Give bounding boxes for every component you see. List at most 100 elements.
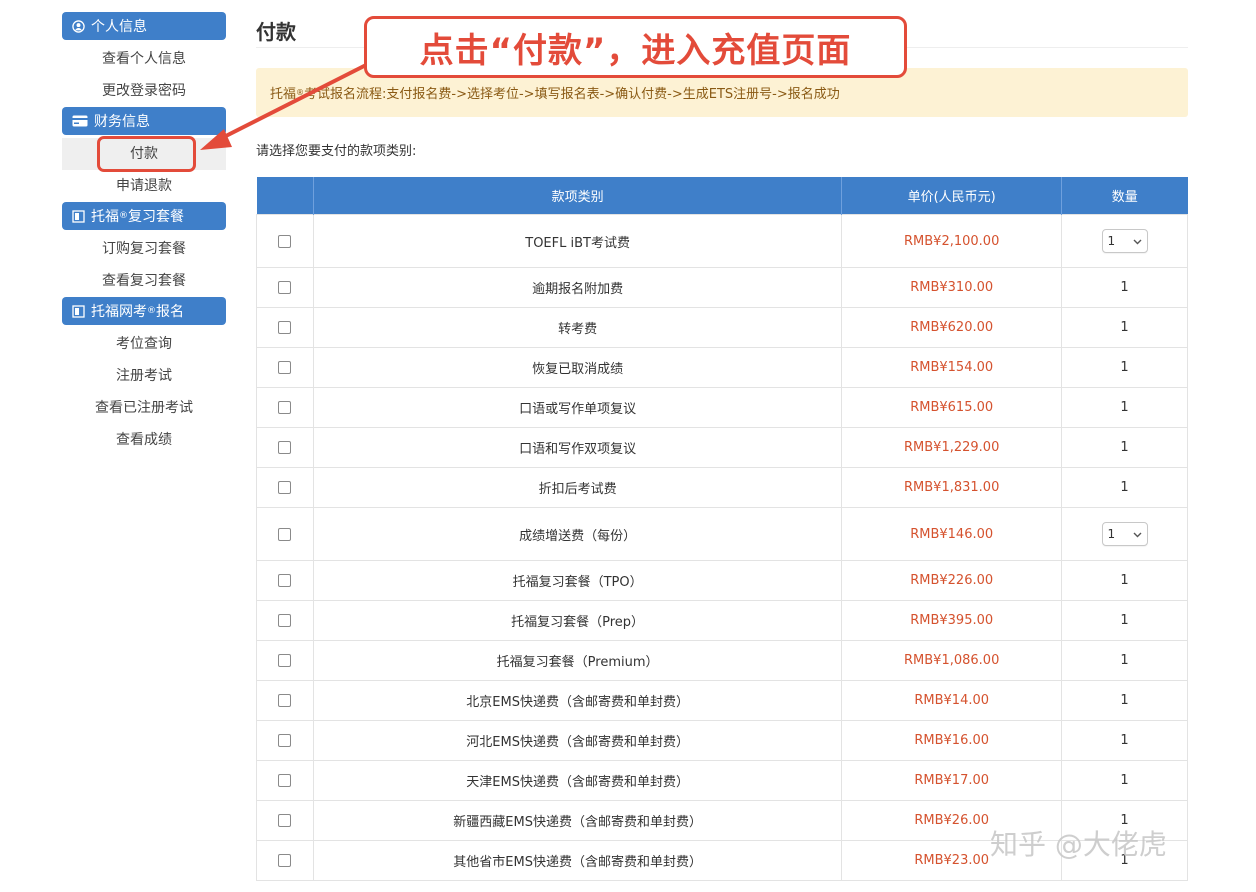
sidebar-section-title: 财务信息 [94, 114, 150, 130]
sidebar-item-view-scores[interactable]: 查看成绩 [62, 424, 226, 456]
row-select-cell [256, 307, 314, 348]
fee-item-price: RMB¥620.00 [841, 307, 1063, 348]
table-row: 转考费 RMB¥620.00 1 [256, 307, 1188, 348]
row-checkbox[interactable] [278, 281, 292, 294]
column-header-price: 单价(人民币元) [841, 177, 1063, 215]
quantity-value: 1 [1120, 440, 1129, 455]
sidebar-item-order-package[interactable]: 订购复习套餐 [62, 233, 226, 265]
sidebar-item-view-package[interactable]: 查看复习套餐 [62, 265, 226, 297]
row-checkbox[interactable] [278, 814, 292, 827]
row-select-cell [256, 840, 314, 881]
row-checkbox[interactable] [278, 481, 292, 494]
row-checkbox[interactable] [278, 574, 292, 587]
row-select-cell [256, 680, 314, 721]
table-row: 托福复习套餐（Prep） RMB¥395.00 1 [256, 600, 1188, 641]
fee-item-price: RMB¥14.00 [841, 680, 1063, 721]
quantity-value: 1 [1120, 480, 1129, 495]
table-row: 北京EMS快递费（含邮寄费和单封费） RMB¥14.00 1 [256, 680, 1188, 721]
row-select-cell [256, 600, 314, 641]
fee-item-quantity-cell: 1 [1061, 307, 1188, 348]
row-checkbox[interactable] [278, 694, 292, 707]
sidebar-item-seat-search[interactable]: 考位查询 [62, 328, 226, 360]
user-circle-icon [72, 19, 85, 33]
fee-item-quantity-cell: 1 [1061, 640, 1188, 681]
sidebar-section-title-suffix: 报名 [156, 304, 184, 320]
row-checkbox[interactable] [278, 654, 292, 667]
fee-item-name: 成绩增送费（每份） [312, 507, 843, 561]
fee-item-name: 口语和写作双项复议 [312, 427, 843, 468]
quantity-value: 1 [1120, 733, 1129, 748]
quantity-value: 1 [1120, 360, 1129, 375]
fee-item-name: 北京EMS快递费（含邮寄费和单封费） [312, 680, 843, 721]
registered-mark: ® [119, 211, 128, 221]
fee-item-name: 托福复习套餐（TPO） [312, 560, 843, 601]
row-select-cell [256, 267, 314, 308]
fee-item-price: RMB¥1,086.00 [841, 640, 1063, 681]
table-row: 口语或写作单项复议 RMB¥615.00 1 [256, 387, 1188, 428]
fee-item-price: RMB¥310.00 [841, 267, 1063, 308]
row-checkbox[interactable] [278, 774, 292, 787]
highlight-box-payment [97, 136, 196, 172]
table-row: 逾期报名附加费 RMB¥310.00 1 [256, 267, 1188, 308]
fee-item-price: RMB¥16.00 [841, 720, 1063, 761]
row-select-cell [256, 387, 314, 428]
row-select-cell [256, 214, 314, 268]
quantity-select[interactable]: 1 [1101, 522, 1148, 546]
registered-mark: ® [296, 88, 305, 97]
fee-item-price: RMB¥1,229.00 [841, 427, 1063, 468]
sidebar-item-register-test[interactable]: 注册考试 [62, 360, 226, 392]
row-checkbox[interactable] [278, 441, 292, 454]
fee-item-quantity-cell: 1 [1061, 347, 1188, 388]
sidebar-item-change-password[interactable]: 更改登录密码 [62, 75, 226, 107]
quantity-value: 1 [1107, 234, 1116, 248]
quantity-select[interactable]: 1 [1101, 229, 1148, 253]
flow-prefix: 托福 [270, 87, 297, 102]
sidebar-section-prep-package: 托福 ® 复习套餐 [62, 202, 226, 230]
row-checkbox[interactable] [278, 614, 292, 627]
sidebar-section-title: 托福 [91, 209, 119, 225]
column-header-quantity: 数量 [1061, 177, 1188, 215]
row-checkbox[interactable] [278, 234, 292, 248]
sidebar-section-title: 个人信息 [91, 19, 147, 35]
sidebar-item-view-registered[interactable]: 查看已注册考试 [62, 392, 226, 424]
row-select-cell [256, 800, 314, 841]
fee-item-name: 转考费 [312, 307, 843, 348]
table-header-row: 款项类别 单价(人民币元) 数量 [256, 177, 1188, 215]
row-checkbox[interactable] [278, 527, 292, 541]
row-select-cell [256, 507, 314, 561]
fee-table-body: TOEFL iBT考试费 RMB¥2,100.00 1 逾期报名附加费 RMB¥310.… [256, 214, 1188, 881]
selection-prompt: 请选择您要支付的款项类别: [256, 144, 417, 159]
fee-item-quantity-cell: 1 [1061, 214, 1188, 268]
fee-item-price: RMB¥17.00 [841, 760, 1063, 801]
table-row: 成绩增送费（每份） RMB¥146.00 1 [256, 507, 1188, 561]
watermark: 知乎 @大佬虎 [990, 828, 1167, 861]
table-row: 托福复习套餐（Premium） RMB¥1,086.00 1 [256, 640, 1188, 681]
row-checkbox[interactable] [278, 361, 292, 374]
row-checkbox[interactable] [278, 734, 292, 747]
fee-item-price: RMB¥154.00 [841, 347, 1063, 388]
row-select-cell [256, 760, 314, 801]
fee-table: 款项类别 单价(人民币元) 数量 TOEFL iBT考试费 RMB¥2,100.0… [256, 177, 1188, 881]
sidebar-section-title: 托福网考 [91, 304, 147, 320]
quantity-value: 1 [1120, 573, 1129, 588]
row-select-cell [256, 467, 314, 508]
table-row: 天津EMS快递费（含邮寄费和单封费） RMB¥17.00 1 [256, 760, 1188, 801]
fee-item-name: 其他省市EMS快递费（含邮寄费和单封费） [312, 840, 843, 881]
sidebar-item-view-profile[interactable]: 查看个人信息 [62, 43, 226, 75]
row-select-cell [256, 427, 314, 468]
sidebar-item-refund[interactable]: 申请退款 [62, 170, 226, 202]
row-checkbox[interactable] [278, 854, 292, 867]
quantity-value: 1 [1120, 400, 1129, 415]
fee-item-price: RMB¥615.00 [841, 387, 1063, 428]
row-checkbox[interactable] [278, 401, 292, 414]
chevron-down-icon [1133, 234, 1142, 248]
table-row: 恢复已取消成绩 RMB¥154.00 1 [256, 347, 1188, 388]
sidebar-section-title-suffix: 复习套餐 [128, 209, 184, 225]
fee-item-price: RMB¥395.00 [841, 600, 1063, 641]
row-checkbox[interactable] [278, 321, 292, 334]
fee-item-quantity-cell: 1 [1061, 507, 1188, 561]
flow-text: 考试报名流程:支付报名费->选择考位->填写报名表->确认付费->生成ETS注册… [304, 87, 840, 102]
registered-mark: ® [147, 306, 156, 316]
fee-item-quantity-cell: 1 [1061, 467, 1188, 508]
fee-item-quantity-cell: 1 [1061, 560, 1188, 601]
